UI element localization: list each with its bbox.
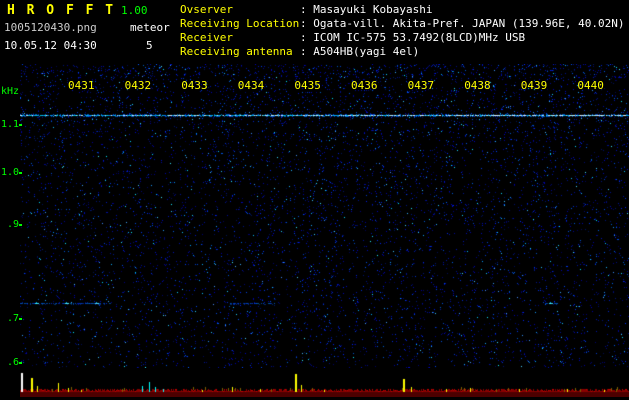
frequency-axis: kHz 1.1 1.0.9.7.6 [0, 0, 24, 400]
frequency-tick-label: .9 [7, 219, 20, 230]
time-tick-label: 0436 [351, 79, 378, 92]
frequency-tick-label: 1.0 [1, 167, 20, 178]
frequency-tick-label: .6 [7, 357, 20, 368]
station-info: Ovserver : Masayuki Kobayashi Receiving L… [180, 3, 625, 59]
frequency-tick-mark [19, 224, 22, 226]
info-value: : Ogata-vill. Akita-Pref. JAPAN (139.96E… [300, 17, 625, 30]
time-tick-label: 0437 [407, 79, 435, 92]
spectrogram-canvas [20, 64, 629, 368]
info-label: Receiver [180, 31, 233, 44]
app-version: 1.00 [121, 4, 148, 17]
time-tick-label: 0438 [464, 79, 491, 92]
frequency-tick-mark [19, 172, 22, 174]
time-tick-label: 0434 [237, 79, 265, 92]
time-tick-label: 0431 [68, 79, 95, 92]
meteor-count: 5 [146, 39, 153, 52]
frequency-tick-mark [19, 362, 22, 364]
time-tick-label: 0433 [181, 79, 208, 92]
info-row-receiver: Receiver : ICOM IC-575 53.7492(8LCD)MHz U… [180, 31, 625, 45]
info-row-location: Receiving Location: Ogata-vill. Akita-Pr… [180, 17, 625, 31]
info-label: Ovserver [180, 3, 233, 16]
info-label: Receiving antenna [180, 45, 293, 58]
time-axis: 0431 0432 0433 0434 0435 0436 0437 0438 0439 0440 [0, 79, 629, 92]
signal-strip-canvas [20, 370, 629, 397]
time-tick-label: 0432 [124, 79, 152, 92]
info-label: Receiving Location [180, 17, 300, 30]
info-value: : A504HB(yagi 4el) [300, 45, 420, 58]
frequency-tick-mark [19, 124, 22, 126]
time-tick-label: 0440 [577, 79, 604, 92]
time-tick-label: 0435 [294, 79, 321, 92]
info-row-observer: Ovserver : Masayuki Kobayashi [180, 3, 625, 17]
frequency-tick-label: 1.1 [1, 119, 20, 130]
mode-label: meteor [130, 21, 170, 34]
info-value: : Masayuki Kobayashi [300, 3, 433, 16]
info-value: : ICOM IC-575 53.7492(8LCD)MHz USB [300, 31, 526, 44]
frequency-tick-label: .7 [7, 313, 20, 324]
info-row-antenna: Receiving antenna : A504HB(yagi 4el) [180, 45, 625, 59]
frequency-tick-mark [19, 318, 22, 320]
hrofft-screen: H R O F F T 1.00 1005120430.png meteor 1… [0, 0, 629, 400]
time-tick-label: 0439 [520, 79, 548, 92]
